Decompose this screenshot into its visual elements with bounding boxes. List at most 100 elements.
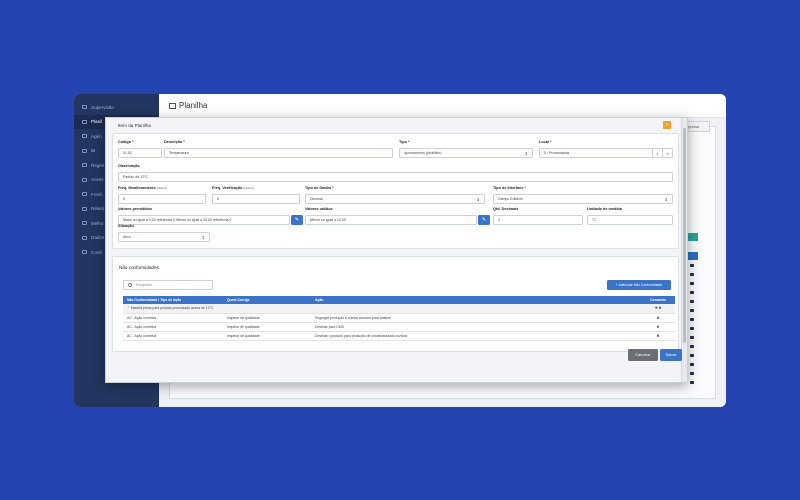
situacao-value: Ativo	[123, 235, 131, 239]
column-header: Quem Corrige	[223, 296, 311, 304]
star-icon	[82, 221, 87, 226]
tipo-dados-select[interactable]: Decimal ⇕	[305, 194, 485, 204]
qtd-decimais-field[interactable]: 2	[493, 215, 583, 225]
local-label: Local *	[539, 140, 552, 144]
clear-icon[interactable]: ×	[662, 149, 672, 157]
edit-valores-permitidos-button[interactable]: ✎	[291, 215, 303, 225]
calendar-icon	[82, 134, 87, 139]
valores-validos-label: Valores válidos	[305, 207, 333, 211]
cell-quem: Inspetor de qualidade	[223, 331, 311, 341]
descricao-field[interactable]: Temperatura	[164, 148, 393, 158]
column-header: Não Conformidade / Tipo de Ação	[123, 296, 223, 304]
select-caret-icon: ⇕	[476, 196, 480, 202]
sidebar-item-supervisao[interactable]: Supervisão	[74, 100, 159, 115]
sidebar-item-label: BI	[91, 148, 96, 154]
observacao-label: Observação	[118, 164, 140, 168]
list-icon	[82, 163, 87, 168]
valores-permitidos-field[interactable]: Maior ou igual a 0,00 referência 0,Menor…	[118, 215, 290, 225]
sidebar-item-label: Dados	[91, 235, 105, 241]
sidebar-item-label: Agên	[91, 133, 102, 139]
page-title: Planilha	[179, 101, 208, 110]
column-header: Comando	[641, 296, 675, 304]
select-caret-icon: ⇕	[201, 234, 205, 240]
column-header: Ação	[311, 296, 641, 304]
tipo-interface-select[interactable]: Campo Editável ⇕	[493, 194, 673, 204]
sidebar-item-label: Fresh	[91, 191, 103, 197]
tipo-value: Apontamento (Analítico)	[404, 151, 442, 155]
gear-icon	[82, 250, 87, 255]
cell-acao: Destinar para CMS	[311, 322, 641, 332]
group-commands[interactable]: ✚ ✖	[641, 304, 675, 314]
situacao-select[interactable]: Ativo ⇕	[118, 232, 210, 242]
search-icon[interactable]: ⌕	[652, 149, 662, 157]
table-row: AC - Ação corretiva Inspetor de qualidad…	[123, 322, 675, 332]
report-icon	[82, 206, 87, 211]
delete-icon[interactable]: ✖	[641, 331, 675, 341]
collapse-icon[interactable]: ⌃	[127, 306, 130, 310]
search-input[interactable]: Pesquisar	[123, 280, 213, 290]
cancel-button[interactable]: Cancelar	[628, 349, 658, 361]
modal-title: Item da Planilha	[118, 123, 151, 128]
unidade-medida-label: Unidade de medida	[587, 207, 622, 211]
freq-monitoramento-field[interactable]: 6	[118, 194, 206, 204]
local-field[interactable]: 5 - Processados ⌕ ×	[539, 148, 673, 158]
edit-valores-validos-button[interactable]: ✎	[478, 215, 490, 225]
valores-validos-field[interactable]: Menor ou igual a 12,00	[305, 215, 477, 225]
table-header-row: Não Conformidade / Tipo de Ação Quem Cor…	[123, 296, 675, 304]
box-icon	[82, 192, 87, 197]
close-icon[interactable]: ×	[663, 121, 671, 129]
cell-acao: Segregar produção e coletar amostra para…	[311, 313, 641, 323]
cell-tipo: AC - Ação corretiva	[123, 313, 223, 323]
nao-conformidades-title: Não conformidades	[119, 265, 159, 270]
tipo-dados-value: Decimal	[310, 197, 323, 201]
observacao-field[interactable]: Padrão de 12°C	[118, 172, 673, 182]
sheet-icon	[82, 119, 87, 124]
unidade-medida-field[interactable]: °C	[587, 215, 673, 225]
descricao-label: Descrição *	[164, 140, 185, 144]
tipo-label: Tipo *	[399, 140, 410, 144]
search-icon	[128, 283, 132, 287]
scrollbar-thumb[interactable]	[683, 128, 686, 343]
table-row: AC - Ação corretiva Inspetor de qualidad…	[123, 331, 675, 341]
qtd-decimais-label: Qtd. Decimais	[493, 207, 519, 211]
freq-monitoramento-label: Freq. Monitoramento (Hora:s)	[118, 186, 167, 190]
tipo-interface-label: Tipo de Interface *	[493, 186, 526, 190]
pencil-icon: ✎	[294, 217, 300, 223]
item-modal: Item da Planilha × Código * 01.02 Descri…	[105, 117, 688, 383]
sidebar-item-label: Acess	[91, 177, 104, 183]
sidebar-item-label: Regist	[91, 162, 105, 168]
delete-icon[interactable]: ✖	[641, 313, 675, 323]
cell-tipo: AC - Ação corretiva	[123, 331, 223, 341]
nao-conformidades-table: Não Conformidade / Tipo de Ação Quem Cor…	[123, 296, 675, 341]
select-caret-icon: ⇕	[664, 196, 668, 202]
freq-verificacao-label: Freq. Verificação (Hora:s)	[212, 186, 254, 190]
local-value: 5 - Processados	[544, 151, 570, 155]
save-button[interactable]: Salvar	[660, 349, 682, 361]
cell-acao: Destinar o produto para produção de indu…	[311, 331, 641, 341]
situacao-label: Situação	[118, 224, 134, 228]
nao-conformidades-card: Não conformidades Pesquisar + Adicionar …	[112, 256, 679, 352]
tipo-select[interactable]: Apontamento (Analítico) ⇕	[399, 148, 533, 158]
cell-quem: Inspetor de qualidade	[223, 322, 311, 332]
tipo-interface-value: Campo Editável	[498, 197, 523, 201]
pencil-icon: ✎	[481, 217, 487, 223]
database-icon	[82, 235, 87, 240]
modal-scrollbar[interactable]	[681, 118, 687, 382]
modal-wrapper: Item da Planilha × Código * 01.02 Descri…	[105, 117, 688, 383]
monitor-icon	[82, 105, 87, 110]
delete-icon[interactable]: ✖	[641, 322, 675, 332]
add-nao-conformidade-button[interactable]: + Adicionar Não Conformidade	[607, 280, 671, 290]
background-blue-button[interactable]	[688, 252, 698, 260]
cell-tipo: AC - Ação corretiva	[123, 322, 223, 332]
sidebar-item-label: Melho	[91, 220, 104, 226]
page-header: Planilha	[159, 94, 726, 118]
sidebar-item-label: Confi	[91, 249, 102, 255]
codigo-field[interactable]: 01.02	[118, 148, 162, 158]
user-icon	[82, 177, 87, 182]
sheet-icon	[169, 102, 176, 109]
freq-verificacao-field[interactable]: 6	[212, 194, 300, 204]
table-group-row[interactable]: ⌃ Matéria prima para produto processado …	[123, 304, 675, 314]
background-teal-button[interactable]	[688, 233, 698, 241]
form-card: Código * 01.02 Descrição * Temperatura T…	[112, 133, 679, 249]
cell-quem: Inspetor de qualidade	[223, 313, 311, 323]
